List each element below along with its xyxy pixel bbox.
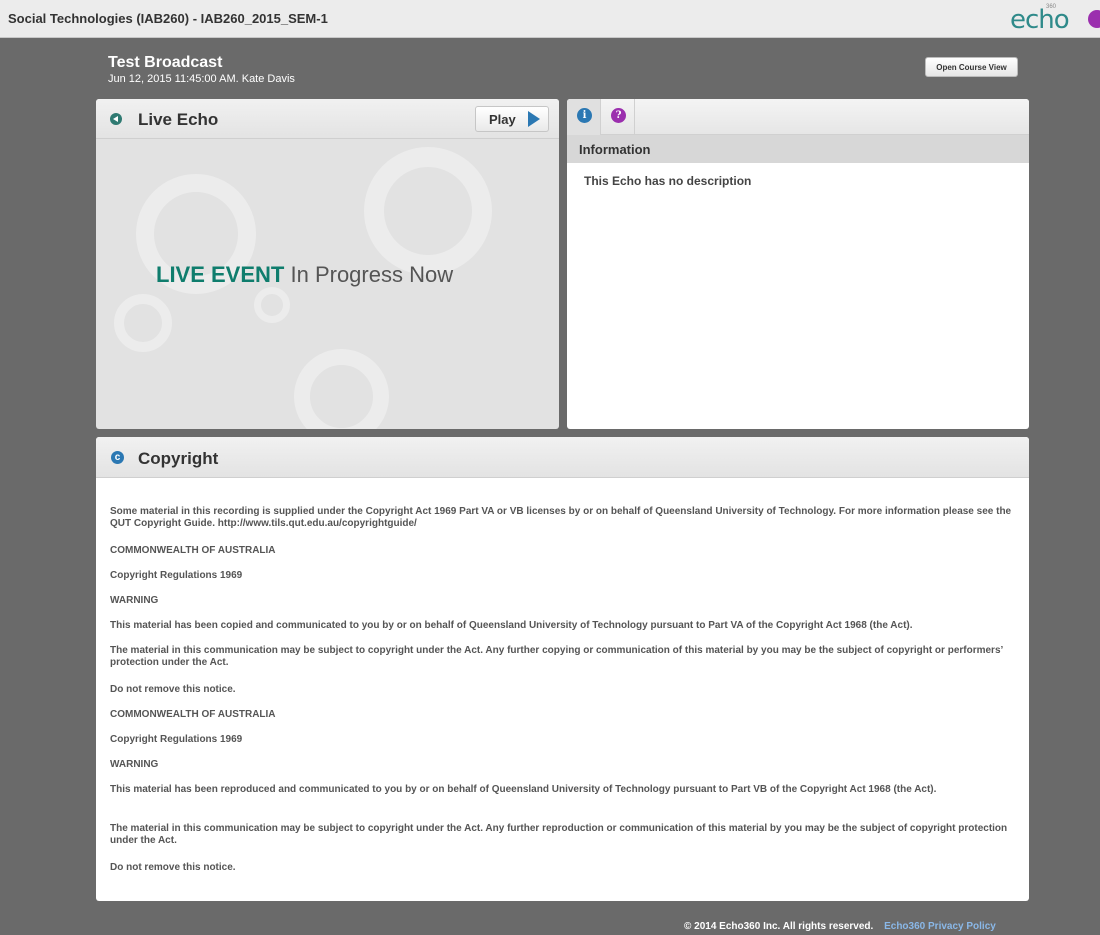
live-event-progress: In Progress Now (290, 262, 454, 287)
echo-description: This Echo has no description (584, 174, 752, 188)
live-echo-panel: Live Echo Play LIVE EVENT In Progress No… (96, 99, 559, 429)
page-subtitle: Jun 12, 2015 11:45:00 AM. Kate Davis (108, 73, 295, 85)
tab-information[interactable]: i (567, 99, 601, 135)
play-button-label: Play (489, 112, 516, 127)
live-event-status: LIVE EVENT In Progress Now (156, 262, 453, 288)
play-icon (528, 111, 540, 127)
copyright-paragraph: COMMONWEALTH OF AUSTRALIA (110, 545, 276, 556)
copyright-icon: c (111, 451, 124, 464)
copyright-paragraph: WARNING (110, 759, 159, 770)
echo360-logo-superscript: 360 (1046, 4, 1057, 10)
copyright-paragraph: Copyright Regulations 1969 (110, 570, 243, 581)
copyright-paragraph: This material has been copied and commun… (110, 620, 913, 631)
live-echo-title: Live Echo (138, 110, 219, 129)
user-menu-icon[interactable] (1088, 10, 1100, 28)
background-decoration (254, 287, 290, 323)
tab-questions[interactable]: ? (601, 99, 635, 135)
background-decoration (364, 147, 492, 275)
copyright-paragraph: WARNING (110, 595, 159, 606)
information-heading: Information (579, 142, 651, 157)
open-course-view-button[interactable]: Open Course View (925, 57, 1018, 77)
footer-copyright: © 2014 Echo360 Inc. All rights reserved. (684, 921, 874, 932)
info-panel: i ? Information This Echo has no descrip… (567, 99, 1029, 429)
echo-play-icon (110, 113, 122, 125)
copyright-paragraph: Copyright Regulations 1969 (110, 734, 243, 745)
copyright-panel: c Copyright Some material in this record… (96, 437, 1029, 901)
info-icon: i (577, 108, 592, 123)
copyright-paragraph: COMMONWEALTH OF AUSTRALIA (110, 709, 276, 720)
information-section-header: Information (567, 135, 1029, 163)
footer: © 2014 Echo360 Inc. All rights reserved.… (684, 921, 996, 932)
page-title: Test Broadcast (108, 54, 223, 71)
copyright-paragraph: This material has been reproduced and co… (110, 784, 937, 795)
copyright-paragraph: Do not remove this notice. (110, 684, 236, 695)
echo360-logo: echo (1010, 5, 1070, 35)
course-title: Social Technologies (IAB260) - IAB260_20… (8, 11, 328, 26)
play-button[interactable]: Play (475, 106, 549, 132)
question-icon: ? (611, 108, 626, 123)
live-echo-header: Live Echo Play (96, 99, 559, 139)
copyright-paragraph: The material in this communication may b… (110, 645, 1003, 668)
copyright-paragraph: Do not remove this notice. (110, 862, 236, 873)
info-tab-strip: i ? (567, 99, 1029, 135)
privacy-policy-link[interactable]: Echo360 Privacy Policy (884, 921, 996, 932)
background-decoration (114, 294, 172, 352)
top-bar: Social Technologies (IAB260) - IAB260_20… (0, 0, 1100, 38)
background-decoration (294, 349, 389, 429)
live-event-label: LIVE EVENT (156, 262, 285, 287)
copyright-title: Copyright (138, 449, 219, 468)
copyright-header: c Copyright (96, 437, 1029, 478)
copyright-paragraph: Some material in this recording is suppl… (110, 506, 1012, 529)
copyright-paragraph: The material in this communication may b… (110, 823, 1008, 846)
